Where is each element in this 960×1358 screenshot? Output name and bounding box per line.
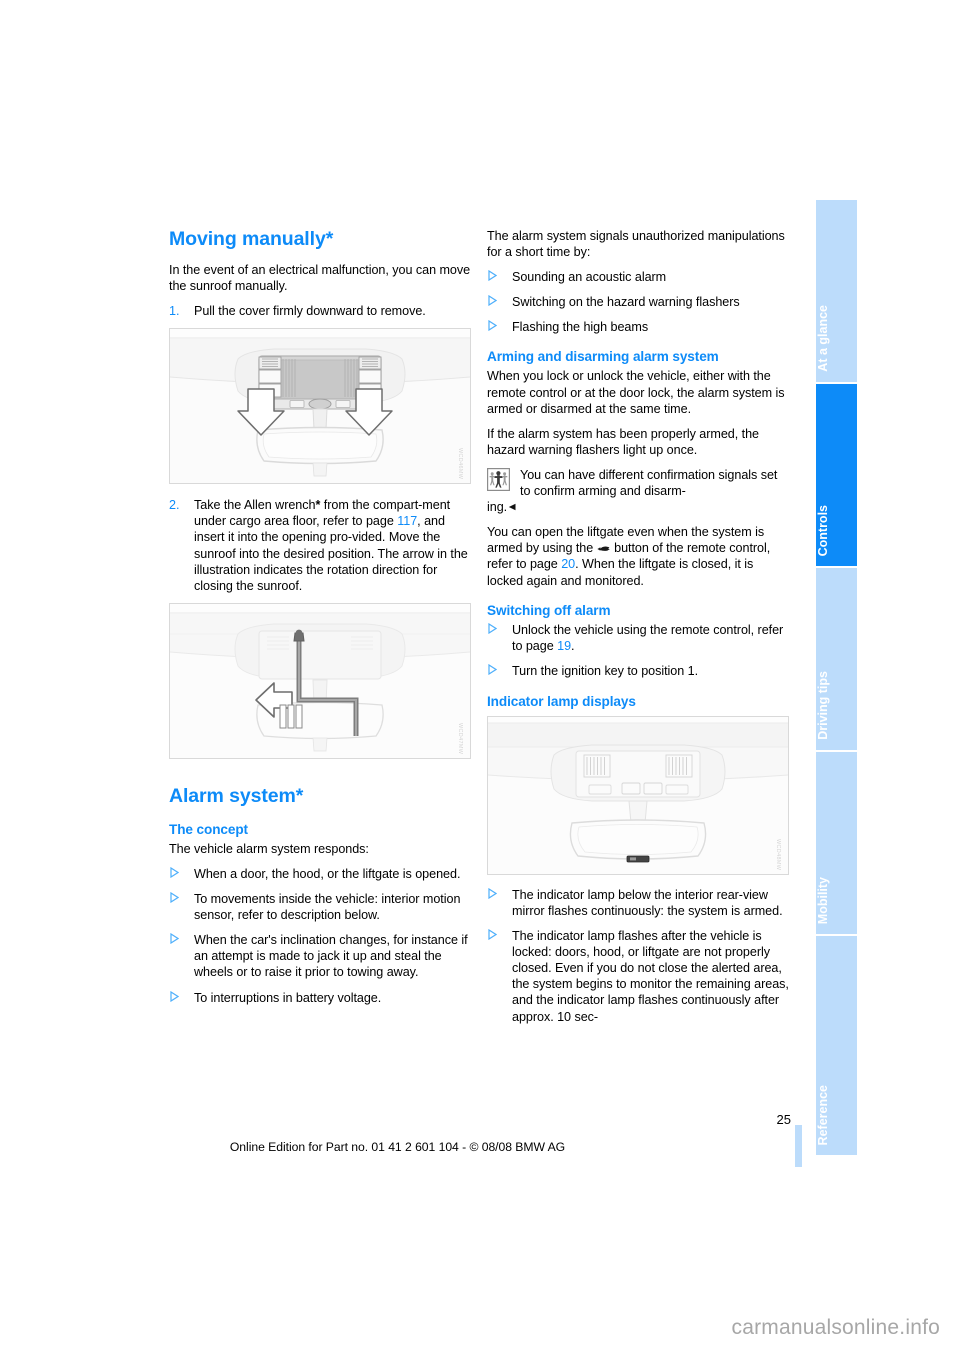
site-watermark: carmanualsonline.info — [731, 1316, 940, 1339]
tab-driving-tips[interactable]: Driving tips — [816, 568, 857, 750]
figure-3-illustration — [488, 716, 788, 874]
concept-bullet-2-text: To movements inside the vehicle: interio… — [194, 892, 461, 923]
step-2-number: 2. — [169, 498, 180, 513]
switching-bullet-1: Unlock the vehicle using the remote cont… — [487, 622, 791, 654]
triangle-bullet-icon — [488, 320, 497, 332]
note-confirmation-signals: You can have different confirmation sign… — [487, 467, 791, 515]
note-continuation-text: ing. — [487, 500, 508, 515]
figure-sunroof-cover-removal: WCD46MW — [169, 328, 471, 485]
step-2-text-a: Take the Allen wrench — [194, 498, 316, 513]
tab-reference[interactable]: Reference — [816, 936, 857, 1155]
heading-arming-disarming: Arming and disarming alarm system — [487, 349, 719, 365]
figure-1-illustration — [170, 329, 470, 484]
heading-switching-off-alarm: Switching off alarm — [487, 602, 611, 618]
switching-bullet-1-text-a: Unlock the vehicle using the remote cont… — [512, 622, 784, 653]
edition-footer-line: Online Edition for Part no. 01 41 2 601 … — [229, 1140, 566, 1154]
paragraph-liftgate: You can open the liftgate even when the … — [487, 524, 791, 588]
signal-bullet-3-text: Flashing the high beams — [512, 320, 649, 335]
page-reference-20[interactable]: 20 — [561, 557, 575, 571]
figure-2-illustration — [170, 603, 470, 758]
concept-bullet-2: To movements inside the vehicle: interio… — [169, 891, 473, 923]
triangle-bullet-icon — [488, 929, 497, 941]
signal-bullet-2-text: Switching on the hazard warning flashers — [512, 295, 740, 310]
heading-the-concept: The concept — [169, 821, 248, 837]
paragraph-arming-2: If the alarm system has been properly ar… — [487, 426, 759, 457]
right-text-column: The alarm system signals unauthorized ma… — [487, 228, 791, 1034]
triangle-bullet-icon — [488, 887, 497, 899]
concept-bullet-3-text: When the car's inclination changes, for … — [194, 933, 468, 980]
triangle-bullet-icon — [170, 990, 179, 1002]
footer-blue-marker — [795, 1125, 802, 1167]
tab-at-a-glance-label: At a glance — [816, 305, 830, 372]
paragraph-signals-intro: The alarm system signals unauthorized ma… — [487, 229, 785, 260]
triangle-bullet-icon — [488, 663, 497, 675]
signal-bullet-1-text: Sounding an acoustic alarm — [512, 270, 667, 285]
triangle-bullet-icon — [488, 295, 497, 307]
page-number: 25 — [776, 1112, 791, 1127]
triangle-bullet-icon — [170, 866, 179, 878]
indicator-bullet-2: The indicator lamp flashes after the veh… — [487, 928, 791, 1025]
heading-indicator-lamp-displays: Indicator lamp displays — [487, 693, 636, 709]
step-1-text: Pull the cover firmly downward to remove… — [194, 304, 426, 319]
page-reference-117[interactable]: 117 — [397, 514, 417, 528]
tab-at-a-glance[interactable]: At a glance — [816, 200, 857, 382]
triangle-bullet-icon — [488, 622, 497, 634]
liftgate-open-symbol-icon — [597, 541, 611, 552]
figure-indicator-lamp-location: WCD48MW — [487, 715, 789, 875]
section-tab-rail: At a glance Controls Driving tips Mobili… — [816, 200, 857, 1155]
indicator-bullet-2-text: The indicator lamp flashes after the veh… — [512, 929, 789, 1024]
tab-controls-label: Controls — [816, 504, 830, 556]
note-text: You can have different confirmation sign… — [520, 467, 778, 499]
heading-moving-manually: Moving manually* — [169, 228, 334, 250]
switching-bullet-2: Turn the ignition key to position 1. — [487, 663, 791, 679]
triangle-bullet-icon — [488, 270, 497, 282]
tab-mobility[interactable]: Mobility — [816, 752, 857, 934]
concept-bullet-1: When a door, the hood, or the liftgate i… — [169, 866, 473, 882]
figure-1-code: WCD46MW — [457, 448, 463, 480]
concept-bullet-4: To interruptions in battery voltage. — [169, 990, 473, 1006]
figure-2-code: WCD47MW — [457, 722, 463, 754]
tab-controls[interactable]: Controls — [816, 384, 857, 566]
indicator-bullet-1-text: The indicator lamp below the interior re… — [512, 887, 783, 918]
concept-bullet-1-text: When a door, the hood, or the liftgate i… — [194, 866, 461, 881]
paragraph-intro: In the event of an electrical malfunctio… — [169, 263, 471, 294]
signal-bullet-3: Flashing the high beams — [487, 319, 791, 335]
triangle-bullet-icon — [170, 892, 179, 904]
tab-driving-tips-label: Driving tips — [816, 671, 830, 740]
concept-bullet-4-text: To interruptions in battery voltage. — [194, 990, 382, 1005]
note-end-triangle-icon — [508, 499, 516, 511]
signal-bullet-2: Switching on the hazard warning flashers — [487, 294, 791, 310]
step-1: 1. Pull the cover firmly downward to rem… — [169, 303, 473, 319]
signal-bullet-1: Sounding an acoustic alarm — [487, 269, 791, 285]
switching-bullet-2-text: Turn the ignition key to position 1. — [512, 663, 699, 678]
switching-bullet-1-text-b: . — [571, 638, 575, 653]
tab-mobility-label: Mobility — [816, 876, 830, 924]
page-reference-19[interactable]: 19 — [557, 639, 571, 653]
concept-bullet-3: When the car's inclination changes, for … — [169, 932, 473, 980]
indicator-bullet-1: The indicator lamp below the interior re… — [487, 887, 791, 919]
interior-motion-sensor-pictogram-icon — [487, 467, 510, 491]
heading-alarm-system: Alarm system* — [169, 784, 304, 807]
paragraph-concept-intro: The vehicle alarm system responds: — [169, 841, 369, 856]
figure-3-code: WCD48MW — [775, 838, 781, 870]
manual-page: At a glance Controls Driving tips Mobili… — [0, 0, 960, 1358]
paragraph-arming-1: When you lock or unlock the vehicle, eit… — [487, 369, 785, 416]
figure-allen-wrench-rotation: WCD47MW — [169, 602, 471, 759]
left-text-column: Moving manually* In the event of an elec… — [169, 228, 473, 1015]
triangle-bullet-icon — [170, 933, 179, 945]
step-2: 2. Take the Allen wrench* from the compa… — [169, 497, 473, 594]
step-1-number: 1. — [169, 304, 180, 319]
tab-reference-label: Reference — [816, 1084, 830, 1145]
